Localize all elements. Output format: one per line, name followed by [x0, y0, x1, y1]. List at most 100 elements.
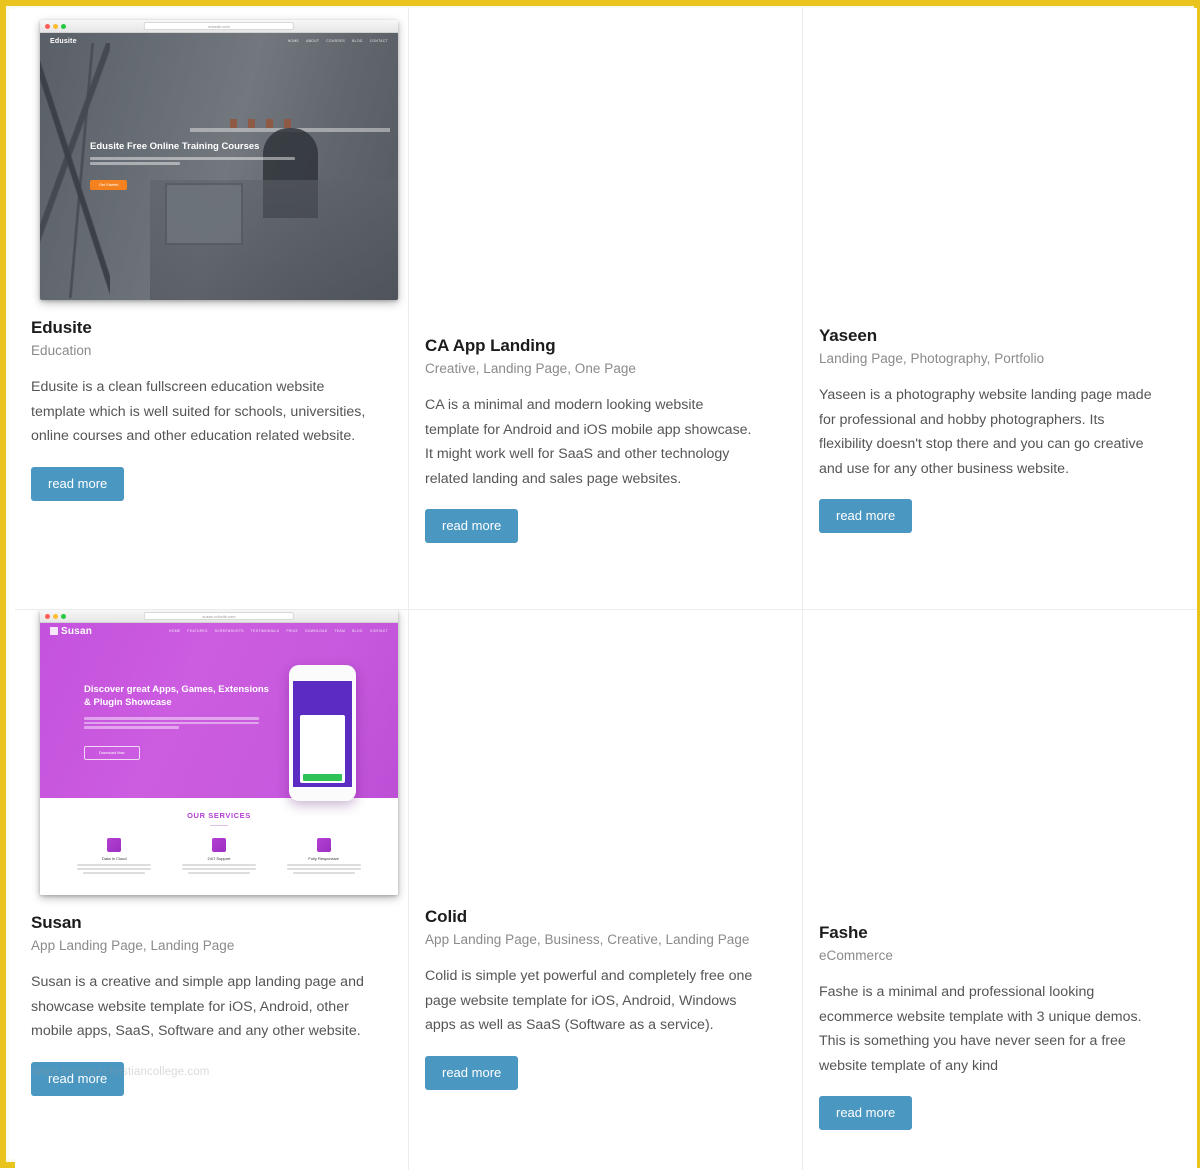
url-bar: susan.colorlib.com [144, 612, 294, 620]
hero-cta-button[interactable]: Get Started [90, 180, 127, 190]
responsive-icon [317, 838, 331, 852]
minimize-dot-icon [53, 614, 58, 619]
traffic-lights [45, 24, 66, 29]
service-list: Data In Cloud 24/7 Support [40, 838, 398, 874]
nav-link[interactable]: DOWNLOAD [305, 629, 327, 633]
hero-text-line [84, 722, 259, 725]
read-more-button[interactable]: read more [425, 509, 518, 543]
template-card-susan[interactable]: susan.colorlib.com Susan HOME FEATURES S… [15, 610, 409, 1170]
hero-block: Discover great Apps, Games, Extensions &… [84, 683, 269, 760]
service-title: Fully Responsive [283, 856, 365, 861]
nav-links[interactable]: HOME FEATURES SCREENSHOTS TESTIMONIALS P… [169, 629, 388, 633]
card-title: Yaseen [819, 326, 1181, 346]
service-text-line [83, 872, 145, 874]
app-card [300, 715, 345, 783]
service-title: 24/7 Support [178, 856, 260, 861]
nav-link[interactable]: FEATURES [187, 629, 207, 633]
hero-title: Edusite Free Online Training Courses [90, 141, 310, 152]
nav-link[interactable]: CONTACT [370, 39, 388, 43]
traffic-lights [45, 614, 66, 619]
template-grid: edusite.com Edusite HOME [15, 8, 1197, 1170]
pot-icon [230, 119, 237, 128]
logo-mark-icon [50, 627, 58, 635]
close-dot-icon [45, 614, 50, 619]
site-nav[interactable]: Edusite HOME ABOUT COURSES BLOG CONTACT [40, 33, 398, 49]
nav-links[interactable]: HOME ABOUT COURSES BLOG CONTACT [288, 39, 388, 43]
nav-link[interactable]: COURSES [326, 39, 345, 43]
phone-mockup [289, 665, 356, 801]
nav-link[interactable]: BLOG [352, 39, 363, 43]
card-title: CA App Landing [425, 336, 786, 356]
card-categories: App Landing Page, Landing Page [31, 938, 392, 953]
hero-text-line [84, 717, 259, 720]
card-description: CA is a minimal and modern looking websi… [425, 393, 760, 491]
template-card-yaseen[interactable]: yaseen.com YASEEN YASEEN WHAT ELSE DO YO… [803, 8, 1197, 610]
card-description: Yaseen is a photography website landing … [819, 383, 1154, 481]
service-text-line [188, 872, 250, 874]
card-title: Edusite [31, 318, 392, 338]
browser-mockup: edusite.com Edusite HOME [40, 20, 398, 300]
download-button[interactable]: Download Now [84, 746, 140, 760]
close-dot-icon [45, 24, 50, 29]
support-icon [212, 838, 226, 852]
card-meta: Fashe eCommerce Fashe is a minimal and p… [803, 610, 1197, 1130]
page-frame: edusite.com Edusite HOME [0, 0, 1200, 1168]
card-categories: App Landing Page, Business, Creative, La… [425, 932, 786, 947]
maximize-dot-icon [61, 24, 66, 29]
maximize-dot-icon [61, 614, 66, 619]
hero-block: Edusite Free Online Training Courses Get… [90, 141, 310, 191]
card-meta: CA App Landing Creative, Landing Page, O… [409, 8, 802, 543]
browser-viewport: Susan HOME FEATURES SCREENSHOTS TESTIMON… [40, 623, 398, 895]
site-logo-text: Susan [61, 626, 92, 637]
template-card-colid[interactable]: colorlib.com/preview/theme/colid COLID H… [409, 610, 803, 1170]
read-more-button[interactable]: read more [31, 1062, 124, 1096]
nav-link[interactable]: HOME [169, 629, 180, 633]
card-title: Fashe [819, 923, 1181, 943]
template-card-fashe[interactable]: fashe.colorlib.com 10% Discount On First… [803, 610, 1197, 1170]
read-more-button[interactable]: read more [819, 1096, 912, 1130]
browser-viewport: Edusite HOME ABOUT COURSES BLOG CONTACT … [40, 33, 398, 300]
divider [210, 825, 228, 826]
card-description: Colid is simple yet powerful and complet… [425, 964, 760, 1038]
nav-link[interactable]: TEAM [335, 629, 346, 633]
service-text-line [182, 864, 256, 866]
card-meta: Colid App Landing Page, Business, Creati… [409, 610, 802, 1090]
template-card-ca-app-landing[interactable]: colorlib.com Ca. Home About Features Scr… [409, 8, 803, 610]
template-card-edusite[interactable]: edusite.com Edusite HOME [15, 8, 409, 610]
app-cta-button [303, 774, 342, 781]
service-item: 24/7 Support [178, 838, 260, 874]
nav-link[interactable]: TESTIMONIALS [251, 629, 279, 633]
card-description: Susan is a creative and simple app landi… [31, 970, 366, 1044]
url-bar: edusite.com [144, 22, 294, 30]
nav-link[interactable]: PRICE [286, 629, 298, 633]
service-item: Data In Cloud [73, 838, 155, 874]
nav-link[interactable]: CONTACT [370, 629, 388, 633]
nav-link[interactable]: SCREENSHOTS [215, 629, 244, 633]
service-item: Fully Responsive [283, 838, 365, 874]
card-description: Fashe is a minimal and professional look… [819, 980, 1154, 1078]
site-nav[interactable]: Susan HOME FEATURES SCREENSHOTS TESTIMON… [40, 623, 398, 639]
service-text-line [287, 864, 361, 866]
pot-icon [248, 119, 255, 128]
phone-screen [293, 681, 352, 787]
card-title: Colid [425, 907, 786, 927]
read-more-button[interactable]: read more [31, 467, 124, 501]
nav-link[interactable]: ABOUT [306, 39, 319, 43]
read-more-button[interactable]: read more [819, 499, 912, 533]
site-logo: Edusite [50, 38, 77, 45]
card-categories: Creative, Landing Page, One Page [425, 361, 786, 376]
service-text-line [77, 868, 151, 870]
nav-link[interactable]: BLOG [352, 629, 363, 633]
hero-title: Discover great Apps, Games, Extensions &… [84, 683, 269, 709]
service-text-line [77, 864, 151, 866]
nav-link[interactable]: HOME [288, 39, 299, 43]
read-more-button[interactable]: read more [425, 1056, 518, 1090]
monitor [165, 183, 243, 245]
card-meta: Yaseen Landing Page, Photography, Portfo… [803, 8, 1197, 533]
service-text-line [182, 868, 256, 870]
card-categories: Landing Page, Photography, Portfolio [819, 351, 1181, 366]
pot-icon [284, 119, 291, 128]
card-categories: eCommerce [819, 948, 1181, 963]
hero-text-line [90, 157, 295, 160]
service-text-line [287, 868, 361, 870]
